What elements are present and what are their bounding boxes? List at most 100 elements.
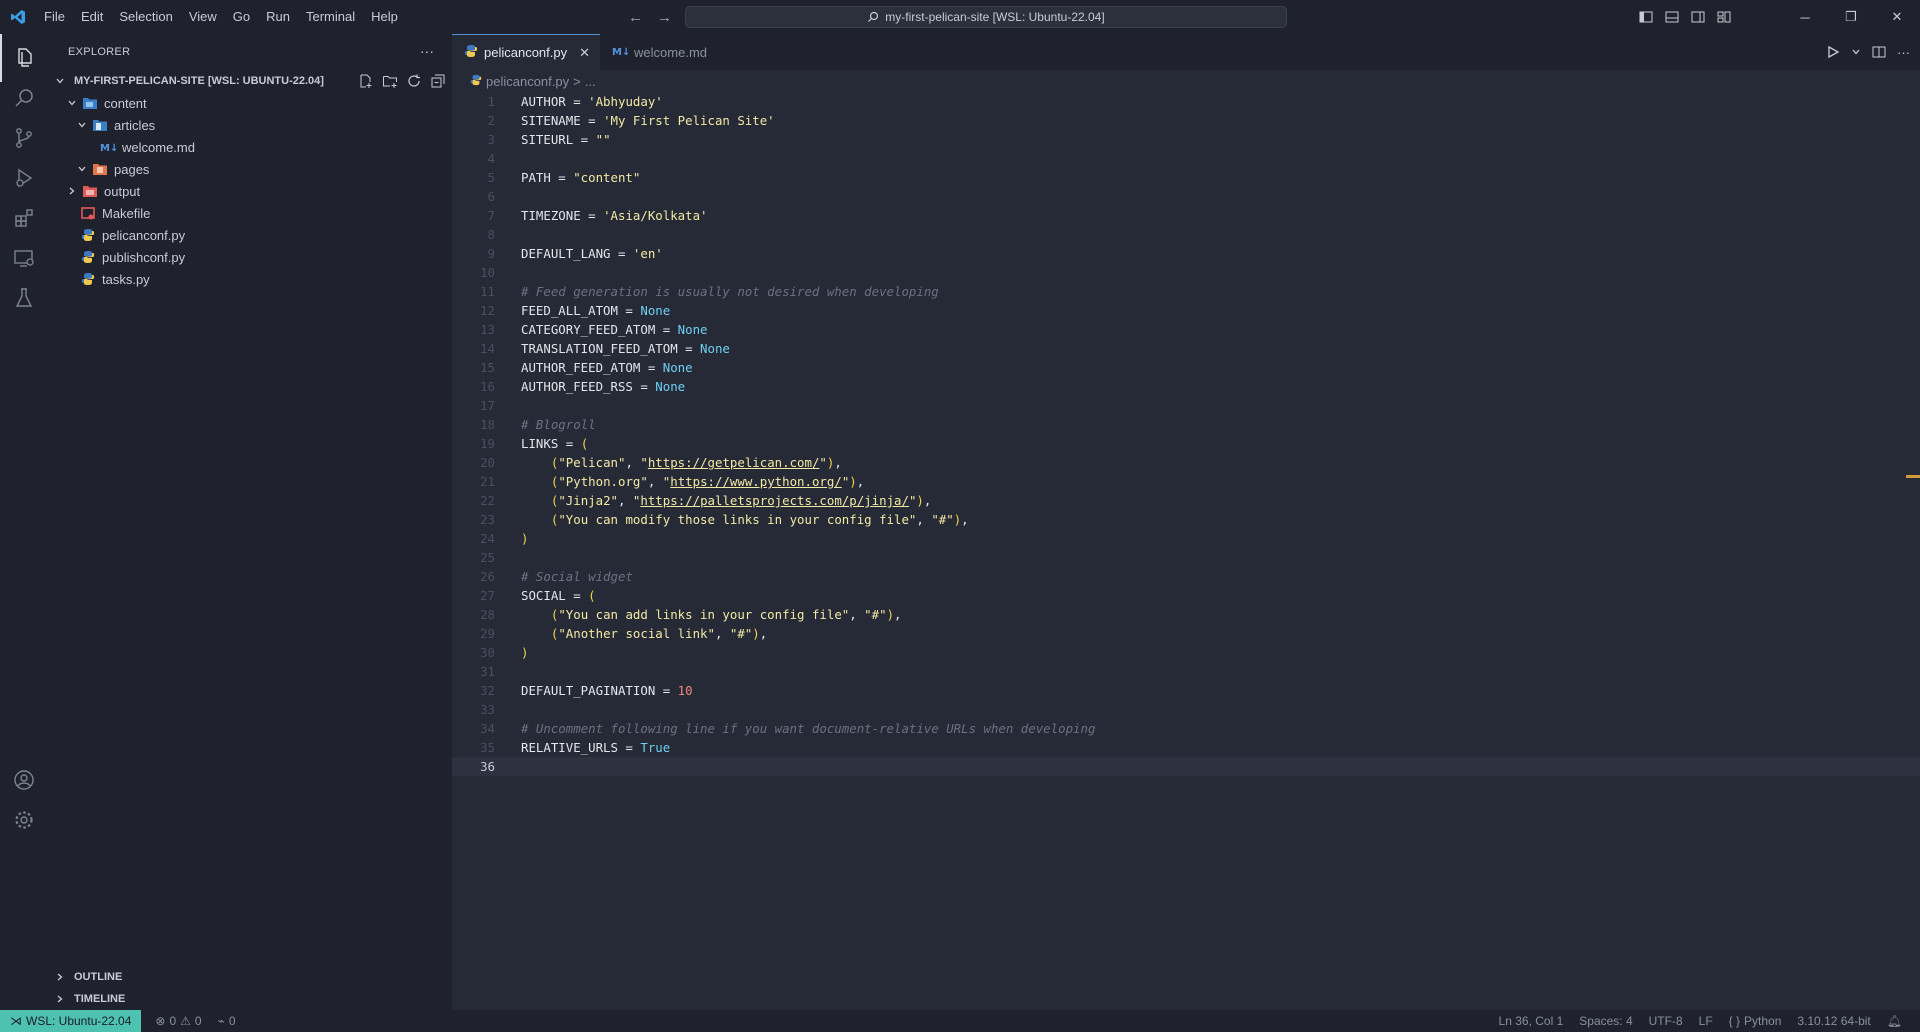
code-line[interactable]: 17 (452, 396, 1920, 415)
gear-icon[interactable] (0, 796, 48, 844)
tree-file-pelicanconf[interactable]: pelicanconf.py (80, 224, 185, 246)
code-line[interactable]: 35 RELATIVE_URLS = True (452, 738, 1920, 757)
code-line[interactable]: 36 (452, 757, 1920, 776)
code-line[interactable]: 21 ("Python.org", "https://www.python.or… (452, 472, 1920, 491)
command-center[interactable]: my-first-pelican-site [WSL: Ubuntu-22.04… (685, 6, 1287, 28)
code-line[interactable]: 2 SITENAME = 'My First Pelican Site' (452, 111, 1920, 130)
toggle-secondary-sidebar-icon[interactable] (1690, 9, 1706, 25)
menu-file[interactable]: File (36, 0, 73, 34)
code-line[interactable]: 14 TRANSLATION_FEED_ATOM = None (452, 339, 1920, 358)
ports-indicator[interactable]: ⌁ 0 (210, 1014, 244, 1028)
indentation[interactable]: Spaces: 4 (1571, 1014, 1640, 1028)
toggle-panel-icon[interactable] (1664, 9, 1680, 25)
code-line[interactable]: 3 SITEURL = "" (452, 130, 1920, 149)
tree-folder-articles[interactable]: articles (74, 114, 155, 136)
code-text[interactable]: ("Jinja2", "https://palletsprojects.com/… (521, 491, 932, 510)
code-line[interactable]: 5 PATH = "content" (452, 168, 1920, 187)
tree-file-welcome-md[interactable]: M↓ welcome.md (100, 136, 195, 158)
code-line[interactable]: 12 FEED_ALL_ATOM = None (452, 301, 1920, 320)
code-line[interactable]: 27 SOCIAL = ( (452, 586, 1920, 605)
code-line[interactable]: 8 (452, 225, 1920, 244)
code-editor[interactable]: 1 AUTHOR = 'Abhyuday' 2 SITENAME = 'My Firs… (452, 92, 1920, 776)
code-line[interactable]: 25 (452, 548, 1920, 567)
code-text[interactable]: # Feed generation is usually not desired… (521, 282, 939, 301)
code-text[interactable]: LINKS = ( (521, 434, 588, 453)
tree-folder-output[interactable]: output (64, 180, 140, 202)
code-line[interactable]: 20 ("Pelican", "https://getpelican.com/"… (452, 453, 1920, 472)
code-text[interactable]: # Uncomment following line if you want d… (521, 719, 1095, 738)
timeline-section-header[interactable]: TIMELINE (48, 988, 452, 1010)
python-interpreter[interactable]: 3.10.12 64-bit (1789, 1014, 1878, 1028)
code-text[interactable]: SITEURL = "" (521, 130, 611, 149)
code-line[interactable]: 31 (452, 662, 1920, 681)
code-line[interactable]: 29 ("Another social link", "#"), (452, 624, 1920, 643)
code-text[interactable]: TIMEZONE = 'Asia/Kolkata' (521, 206, 708, 225)
run-icon[interactable] (1825, 44, 1841, 60)
code-line[interactable]: 23 ("You can modify those links in your … (452, 510, 1920, 529)
code-line[interactable]: 32 DEFAULT_PAGINATION = 10 (452, 681, 1920, 700)
code-line[interactable]: 9 DEFAULT_LANG = 'en' (452, 244, 1920, 263)
code-line[interactable]: 16 AUTHOR_FEED_RSS = None (452, 377, 1920, 396)
code-text[interactable]: AUTHOR_FEED_ATOM = None (521, 358, 693, 377)
code-line[interactable]: 30) (452, 643, 1920, 662)
forward-arrow-icon[interactable]: → (657, 9, 672, 26)
collapse-all-icon[interactable] (430, 73, 446, 89)
workspace-folder-header[interactable]: MY-FIRST-PELICAN-SITE [WSL: UBUNTU-22.04… (48, 70, 452, 92)
code-line[interactable]: 11 # Feed generation is usually not desir… (452, 282, 1920, 301)
code-line[interactable]: 18 # Blogroll (452, 415, 1920, 434)
tree-file-makefile[interactable]: Makefile (80, 202, 150, 224)
language-mode[interactable]: { } Python (1721, 1014, 1790, 1028)
code-line[interactable]: 4 (452, 149, 1920, 168)
close-icon[interactable]: ✕ (579, 45, 590, 61)
back-arrow-icon[interactable]: ← (628, 9, 643, 26)
code-text[interactable]: AUTHOR_FEED_RSS = None (521, 377, 685, 396)
encoding[interactable]: UTF-8 (1641, 1014, 1691, 1028)
close-window-icon[interactable]: ✕ (1874, 0, 1920, 34)
end-of-line[interactable]: LF (1691, 1014, 1721, 1028)
code-text[interactable]: ("You can modify those links in your con… (521, 510, 969, 529)
code-line[interactable]: 34 # Uncomment following line if you want… (452, 719, 1920, 738)
testing-icon[interactable] (0, 274, 48, 322)
code-text[interactable]: FEED_ALL_ATOM = None (521, 301, 670, 320)
code-text[interactable]: AUTHOR = 'Abhyuday' (521, 92, 663, 111)
tree-folder-content[interactable]: content (64, 92, 147, 114)
tree-file-tasks[interactable]: tasks.py (80, 268, 150, 290)
code-line[interactable]: 6 (452, 187, 1920, 206)
outline-section-header[interactable]: OUTLINE (48, 966, 452, 988)
minimize-icon[interactable]: ─ (1782, 0, 1828, 34)
code-text[interactable]: # Social widget (521, 567, 633, 586)
explorer-more-actions-icon[interactable]: ··· (420, 34, 434, 70)
remote-indicator[interactable]: ⋊ WSL: Ubuntu-22.04 (0, 1010, 142, 1032)
tree-folder-pages[interactable]: pages (74, 158, 149, 180)
code-text[interactable]: CATEGORY_FEED_ATOM = None (521, 320, 708, 339)
code-line[interactable]: 19 LINKS = ( (452, 434, 1920, 453)
code-text[interactable]: ("Another social link", "#"), (521, 624, 767, 643)
refresh-icon[interactable] (406, 73, 422, 89)
code-text[interactable]: PATH = "content" (521, 168, 640, 187)
code-line[interactable]: 22 ("Jinja2", "https://palletsprojects.c… (452, 491, 1920, 510)
breadcrumb-symbols[interactable]: ... (585, 74, 596, 89)
code-text[interactable]: ("You can add links in your config file"… (521, 605, 902, 624)
code-text[interactable]: ("Python.org", "https://www.python.org/"… (521, 472, 864, 491)
new-file-icon[interactable] (358, 73, 374, 89)
code-line[interactable]: 7 TIMEZONE = 'Asia/Kolkata' (452, 206, 1920, 225)
split-editor-icon[interactable] (1871, 44, 1887, 60)
code-line[interactable]: 33 (452, 700, 1920, 719)
code-line[interactable]: 1 AUTHOR = 'Abhyuday' (452, 92, 1920, 111)
menu-terminal[interactable]: Terminal (298, 0, 363, 34)
menu-go[interactable]: Go (225, 0, 258, 34)
menu-edit[interactable]: Edit (73, 0, 111, 34)
menu-run[interactable]: Run (258, 0, 298, 34)
code-text[interactable]: TRANSLATION_FEED_ATOM = None (521, 339, 730, 358)
problems-indicator[interactable]: ⊗ 0 ⚠ 0 (147, 1014, 209, 1028)
cursor-position[interactable]: Ln 36, Col 1 (1491, 1014, 1572, 1028)
code-text[interactable]: # Blogroll (521, 415, 596, 434)
more-actions-icon[interactable]: ··· (1897, 45, 1910, 60)
code-line[interactable]: 15 AUTHOR_FEED_ATOM = None (452, 358, 1920, 377)
code-line[interactable]: 28 ("You can add links in your config fi… (452, 605, 1920, 624)
code-text[interactable]: DEFAULT_PAGINATION = 10 (521, 681, 693, 700)
code-line[interactable]: 13 CATEGORY_FEED_ATOM = None (452, 320, 1920, 339)
new-folder-icon[interactable] (382, 73, 398, 89)
tab-welcome-md[interactable]: M↓ welcome.md (600, 34, 717, 70)
code-text[interactable]: ) (521, 529, 528, 548)
